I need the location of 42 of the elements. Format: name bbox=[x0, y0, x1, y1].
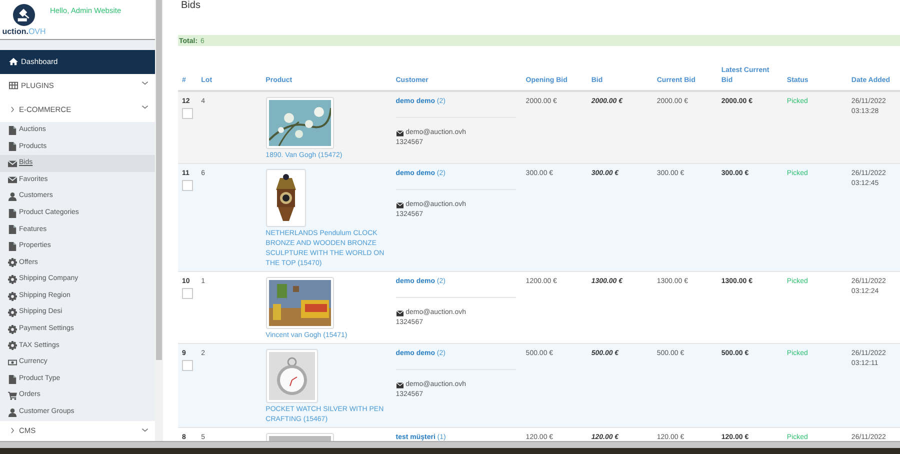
row-checkbox[interactable] bbox=[182, 360, 193, 371]
banknote-icon bbox=[8, 358, 17, 367]
logo-text: uction.OVH bbox=[2, 26, 46, 38]
product-thumbnail[interactable] bbox=[266, 169, 306, 227]
home-icon bbox=[9, 57, 18, 66]
chevron-right-icon bbox=[9, 427, 16, 434]
document-icon bbox=[8, 225, 17, 234]
document-icon bbox=[8, 126, 17, 135]
chevron-right-icon bbox=[9, 106, 16, 114]
gear-icon bbox=[8, 308, 17, 318]
envelope-icon bbox=[8, 175, 17, 184]
document-icon bbox=[8, 208, 17, 218]
table-icon bbox=[9, 81, 18, 90]
gear-icon bbox=[8, 341, 17, 350]
product-thumbnail[interactable] bbox=[266, 97, 334, 149]
envelope-icon bbox=[396, 130, 404, 136]
chevron-down-icon bbox=[141, 78, 149, 87]
envelope-icon bbox=[396, 382, 404, 388]
user-icon bbox=[8, 192, 17, 202]
gavel-logo-icon bbox=[13, 4, 35, 26]
document-icon bbox=[8, 242, 17, 251]
envelope-icon bbox=[396, 310, 404, 316]
gear-icon bbox=[8, 275, 17, 284]
product-thumbnail[interactable] bbox=[266, 277, 334, 329]
document-icon bbox=[8, 374, 17, 384]
gear-icon bbox=[8, 292, 17, 301]
page-title: Bids bbox=[181, 0, 202, 13]
horizontal-scrollbar[interactable] bbox=[0, 441, 900, 448]
cart-icon bbox=[8, 391, 17, 400]
user-icon bbox=[8, 408, 17, 417]
envelope-icon bbox=[396, 202, 404, 208]
gear-icon bbox=[8, 324, 17, 334]
chevron-down-icon bbox=[141, 102, 149, 111]
document-icon bbox=[8, 142, 17, 152]
chevron-down-icon bbox=[141, 426, 149, 434]
row-checkbox[interactable] bbox=[182, 288, 193, 299]
row-checkbox[interactable] bbox=[182, 180, 193, 191]
product-thumbnail[interactable] bbox=[266, 349, 318, 403]
envelope-icon bbox=[8, 158, 17, 168]
row-checkbox[interactable] bbox=[182, 108, 193, 119]
gear-icon bbox=[8, 258, 17, 268]
scrollbar-thumb[interactable] bbox=[156, 0, 162, 360]
